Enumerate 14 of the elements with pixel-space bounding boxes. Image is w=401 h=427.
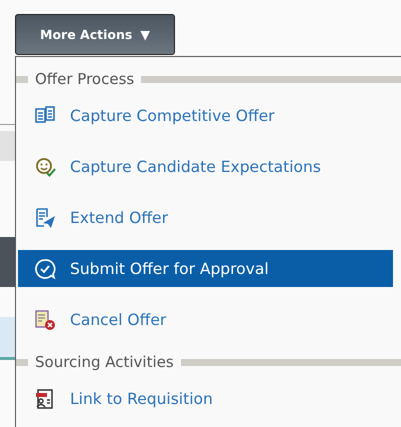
check-bubble-icon xyxy=(34,258,56,280)
menu-item[interactable]: Cancel Offer xyxy=(18,301,393,338)
menu-group-heading: Offer Process xyxy=(35,70,134,88)
menu-item[interactable]: Extend Offer xyxy=(18,199,393,236)
more-actions-button[interactable]: More Actions ▼ xyxy=(15,14,175,55)
menu-item[interactable]: Capture Competitive Offer xyxy=(18,97,393,134)
menu-item[interactable]: Capture Candidate Expectations xyxy=(18,148,393,185)
requisition-person-icon xyxy=(34,388,56,410)
menu-item[interactable]: Submit Offer for Approval xyxy=(18,250,393,287)
document-cancel-icon xyxy=(34,308,56,330)
menu-item[interactable]: Link to Requisition xyxy=(18,380,393,417)
document-send-icon xyxy=(34,206,56,228)
smiley-check-icon xyxy=(34,156,56,178)
menu-group-heading: Sourcing Activities xyxy=(35,353,174,371)
